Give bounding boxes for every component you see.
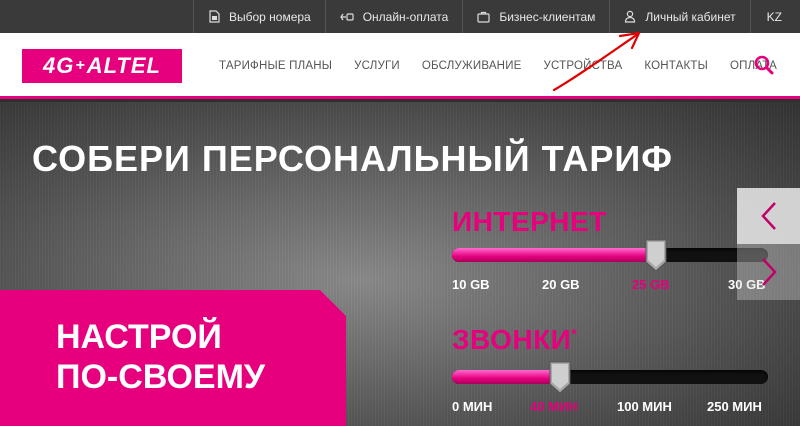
internet-slider-fill — [452, 248, 657, 262]
calls-slider-track[interactable] — [452, 370, 768, 384]
user-icon — [625, 10, 636, 23]
calls-tick-selected[interactable]: 40 МИН — [530, 399, 578, 414]
logo-plus: + — [75, 57, 86, 74]
chevron-left-icon — [760, 202, 776, 230]
banner-line-1: НАСТРОЙ — [56, 318, 222, 356]
calls-footnote: * — [571, 325, 578, 342]
internet-tick[interactable]: 20 GB — [542, 277, 580, 292]
calls-tick[interactable]: 0 МИН — [452, 399, 492, 414]
calls-label: ЗВОНКИ* — [452, 324, 577, 356]
hero-title: СОБЕРИ ПЕРСОНАЛЬНЫЙ ТАРИФ — [32, 138, 674, 179]
main-nav: ТАРИФНЫЕ ПЛАНЫ УСЛУГИ ОБСЛУЖИВАНИЕ УСТРО… — [208, 33, 788, 99]
calls-tick[interactable]: 250 МИН — [707, 399, 762, 414]
nav-services[interactable]: УСЛУГИ — [343, 60, 411, 72]
personal-account-label: Личный кабинет — [645, 9, 736, 24]
main-header: 4G + ALTEL ТАРИФНЫЕ ПЛАНЫ УСЛУГИ ОБСЛУЖИВА… — [0, 33, 800, 99]
choose-number-label: Выбор номера — [228, 9, 311, 24]
calls-tick[interactable]: 100 МИН — [617, 399, 672, 414]
business-clients-label: Бизнес-клиентам — [499, 9, 596, 24]
briefcase-icon — [477, 11, 490, 23]
logo-brand: ALTEL — [86, 53, 161, 78]
language-switch-kz[interactable]: KZ — [749, 0, 800, 33]
internet-slider-track[interactable] — [452, 248, 768, 262]
internet-tick-selected[interactable]: 25 GB — [632, 277, 670, 292]
customize-banner: НАСТРОЙ ПО-СВОЕМУ — [0, 290, 346, 426]
online-payment-label: Онлайн-оплата — [362, 9, 449, 24]
payment-icon — [339, 12, 354, 21]
banner-text: НАСТРОЙ ПО-СВОЕМУ — [56, 317, 265, 397]
nav-service-support[interactable]: ОБСЛУЖИВАНИЕ — [411, 60, 533, 72]
tariff-builder-hero: СОБЕРИ ПЕРСОНАЛЬНЫЙ ТАРИФ ИНТЕРНЕТ 10 GB… — [0, 102, 800, 426]
choose-number-link[interactable]: Выбор номера — [192, 0, 325, 33]
internet-label-text: ИНТЕРНЕТ — [452, 206, 607, 237]
carousel-prev-button[interactable] — [737, 188, 800, 244]
sim-card-icon — [209, 10, 220, 23]
calls-slider-fill — [452, 370, 560, 384]
calls-label-text: ЗВОНКИ — [452, 324, 572, 355]
nav-tariff-plans[interactable]: ТАРИФНЫЕ ПЛАНЫ — [208, 60, 343, 72]
chevron-right-icon — [761, 258, 777, 286]
calls-slider-handle[interactable] — [549, 360, 571, 394]
internet-label: ИНТЕРНЕТ — [452, 206, 607, 238]
internet-slider-handle[interactable] — [645, 238, 667, 272]
altel-logo[interactable]: 4G + ALTEL — [22, 49, 182, 83]
online-payment-link[interactable]: Онлайн-оплата — [324, 0, 463, 33]
banner-line-2: ПО-СВОЕМУ — [56, 358, 266, 396]
search-icon[interactable] — [754, 55, 774, 75]
annotation-arrow-icon — [552, 31, 641, 92]
carousel-next-button[interactable] — [737, 244, 800, 300]
internet-tick[interactable]: 10 GB — [452, 277, 490, 292]
logo-4g: 4G — [43, 53, 75, 78]
top-bar: Выбор номера Онлайн-оплата Бизнес-клиент… — [0, 0, 800, 33]
